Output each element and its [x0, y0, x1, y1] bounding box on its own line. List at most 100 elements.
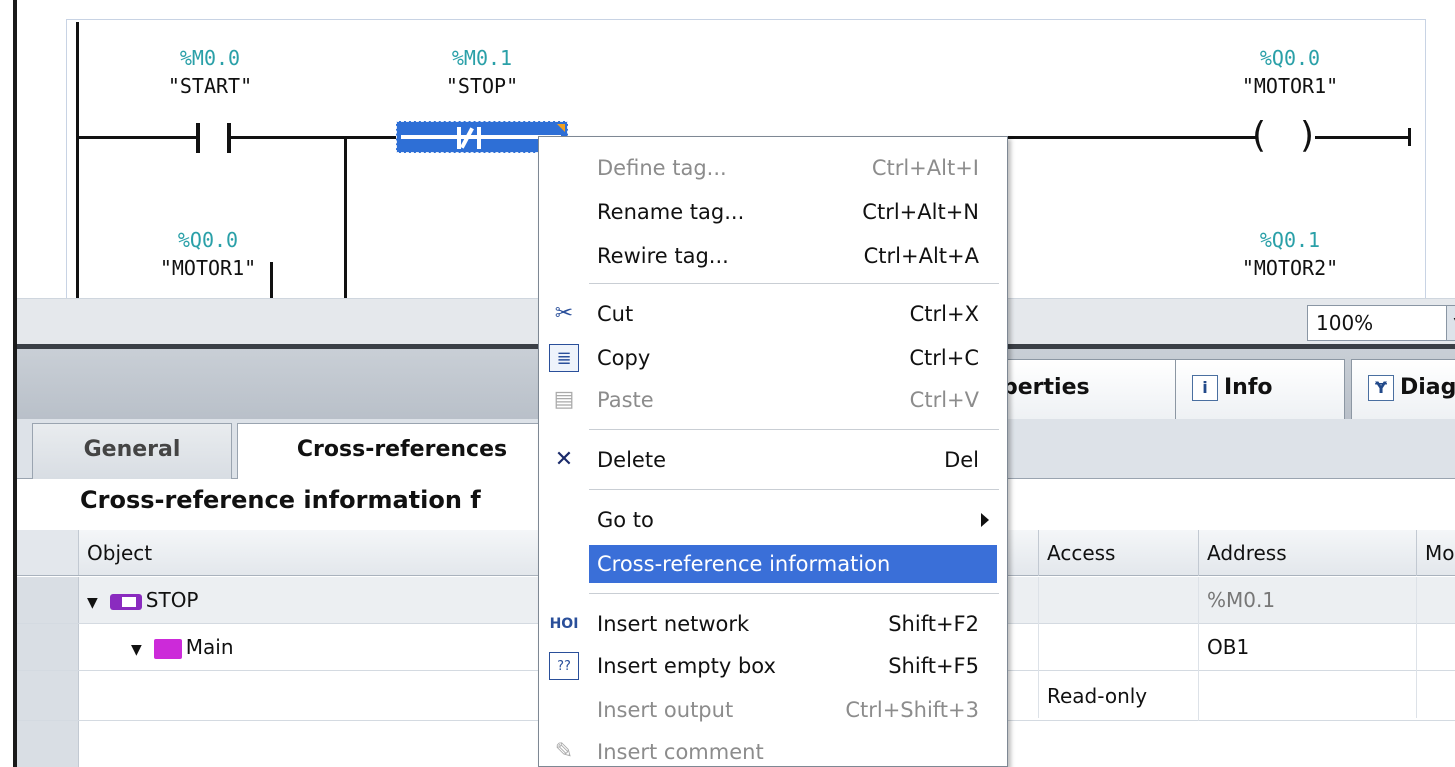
- access-cell: [1039, 624, 1199, 671]
- paste-icon: ▤: [553, 387, 575, 412]
- row-header-cell: [17, 530, 79, 575]
- insert-network-icon: HOI: [549, 616, 579, 632]
- motor1-coil-address: %Q0.0: [1259, 46, 1321, 70]
- coil-close-paren[interactable]: ): [1300, 118, 1314, 154]
- rung-wire: [229, 136, 397, 139]
- start-symbol: "START": [167, 74, 253, 98]
- menu-separator: [589, 429, 999, 430]
- context-menu: Define tag... Ctrl+Alt+I Rename tag... C…: [538, 136, 1008, 767]
- start-contact-left[interactable]: [196, 123, 200, 153]
- motor2-coil-operand[interactable]: %Q0.1 "MOTOR2": [1200, 226, 1380, 282]
- info-icon: i: [1192, 375, 1218, 401]
- rung-wire: [1315, 136, 1410, 139]
- column-header-access[interactable]: Access: [1039, 530, 1199, 576]
- row-header-cell: [17, 624, 79, 670]
- zoom-dropdown-arrow-icon[interactable]: ▼: [1447, 305, 1455, 341]
- motor1-coil-symbol: "MOTOR1": [1241, 74, 1339, 98]
- row-header-cell: [17, 671, 79, 720]
- row-header-cell: [17, 577, 79, 623]
- scissors-icon: ✂: [554, 301, 574, 326]
- menu-item-define-tag[interactable]: Define tag... Ctrl+Alt+I: [539, 145, 1007, 191]
- subtab-cross-references[interactable]: Cross-references: [237, 423, 567, 479]
- stop-contact-operand[interactable]: %M0.1 "STOP": [402, 44, 562, 100]
- menu-item-paste[interactable]: ▤ Paste Ctrl+V: [539, 377, 1007, 423]
- comment-icon: ✎: [554, 739, 574, 764]
- access-cell: Read-only: [1039, 671, 1199, 721]
- menu-label: Copy: [597, 346, 651, 370]
- menu-item-copy[interactable]: ≣ Copy Ctrl+C: [539, 335, 1007, 381]
- start-address: %M0.0: [179, 46, 241, 70]
- menu-item-go-to[interactable]: Go to: [539, 497, 1007, 543]
- menu-label: Insert comment: [597, 740, 764, 764]
- column-header-more[interactable]: Mo: [1417, 530, 1455, 576]
- menu-label: Insert network: [597, 612, 750, 636]
- menu-label: Insert output: [597, 698, 734, 722]
- menu-shortcut: Ctrl+Alt+I: [871, 156, 979, 180]
- menu-label: Cut: [597, 302, 634, 326]
- address-cell: OB1: [1199, 624, 1417, 671]
- menu-shortcut: Ctrl+Alt+A: [863, 244, 979, 268]
- coil-open-paren[interactable]: (: [1252, 118, 1266, 154]
- menu-item-insert-empty-box[interactable]: ?? Insert empty box Shift+F5: [539, 643, 1007, 689]
- menu-item-cross-reference-information[interactable]: Cross-reference information: [539, 541, 1007, 587]
- contact-wire: [401, 135, 561, 139]
- tab-properties-label: perties: [1002, 375, 1090, 400]
- menu-item-delete[interactable]: ✕ Delete Del: [539, 437, 1007, 483]
- motor1-coil-operand[interactable]: %Q0.0 "MOTOR1": [1200, 44, 1380, 100]
- rung-wire: [1008, 136, 1258, 139]
- menu-label: Rewire tag...: [597, 244, 729, 268]
- expand-triangle-icon[interactable]: ▼: [87, 580, 98, 626]
- menu-separator: [589, 283, 999, 284]
- editor-left-border: [13, 0, 17, 767]
- menu-shortcut: Ctrl+Shift+3: [845, 698, 979, 722]
- tab-info-label: Info: [1224, 375, 1273, 400]
- rung-wire: [78, 136, 198, 139]
- start-contact-right[interactable]: [227, 123, 231, 153]
- tab-properties[interactable]: perties: [985, 359, 1185, 419]
- menu-item-insert-network[interactable]: HOI Insert network Shift+F2: [539, 601, 1007, 647]
- expand-triangle-icon[interactable]: ▼: [131, 627, 142, 673]
- object-name: STOP: [145, 588, 199, 612]
- menu-label: Insert empty box: [597, 654, 776, 678]
- column-header-address[interactable]: Address: [1199, 530, 1417, 576]
- menu-shortcut: Del: [944, 448, 979, 472]
- menu-shortcut: Shift+F2: [888, 612, 979, 636]
- zoom-level-field[interactable]: 100%: [1307, 305, 1447, 341]
- copy-icon: ≣: [549, 344, 579, 372]
- address-cell: [1199, 671, 1417, 718]
- menu-label: Rename tag...: [597, 200, 745, 224]
- submenu-arrow-icon: [981, 513, 989, 527]
- menu-shortcut: Ctrl+Alt+N: [862, 200, 979, 224]
- tag-icon: [109, 593, 142, 610]
- tab-info[interactable]: i Info: [1175, 359, 1345, 419]
- stop-address: %M0.1: [451, 46, 513, 70]
- address-cell: %M0.1: [1199, 577, 1417, 624]
- delete-icon: ✕: [554, 447, 574, 472]
- menu-shortcut: Ctrl+X: [909, 302, 979, 326]
- tab-diagnostics[interactable]: Ɏ Diag: [1351, 359, 1455, 419]
- menu-label: Go to: [597, 508, 654, 532]
- contact-right-bar: [477, 127, 481, 149]
- row-header-cell: [17, 721, 79, 767]
- motor1-contact-operand[interactable]: %Q0.0 "MOTOR1": [128, 226, 288, 282]
- selection-corner-marker: [557, 124, 565, 132]
- menu-shortcut: Ctrl+C: [909, 346, 979, 370]
- start-contact-operand[interactable]: %M0.0 "START": [130, 44, 290, 100]
- cross-reference-title: Cross-reference information f: [80, 486, 481, 514]
- menu-item-rewire-tag[interactable]: Rewire tag... Ctrl+Alt+A: [539, 233, 1007, 279]
- menu-item-insert-output[interactable]: Insert output Ctrl+Shift+3: [539, 687, 1007, 733]
- branch-wire: [344, 136, 347, 298]
- menu-item-cut[interactable]: ✂ Cut Ctrl+X: [539, 291, 1007, 337]
- motor1-contact-address: %Q0.0: [177, 228, 239, 252]
- object-name: Main: [185, 635, 234, 659]
- motor2-coil-address: %Q0.1: [1259, 228, 1321, 252]
- menu-separator: [589, 489, 999, 490]
- ob-block-icon: [153, 638, 182, 659]
- stop-symbol: "STOP": [445, 74, 519, 98]
- subtab-general[interactable]: General: [32, 423, 232, 479]
- menu-label: Paste: [597, 388, 654, 412]
- tab-diagnostics-label: Diag: [1400, 375, 1455, 400]
- menu-item-insert-comment[interactable]: ✎ Insert comment: [539, 729, 1007, 767]
- menu-item-rename-tag[interactable]: Rename tag... Ctrl+Alt+N: [539, 189, 1007, 235]
- menu-label: Define tag...: [597, 156, 727, 180]
